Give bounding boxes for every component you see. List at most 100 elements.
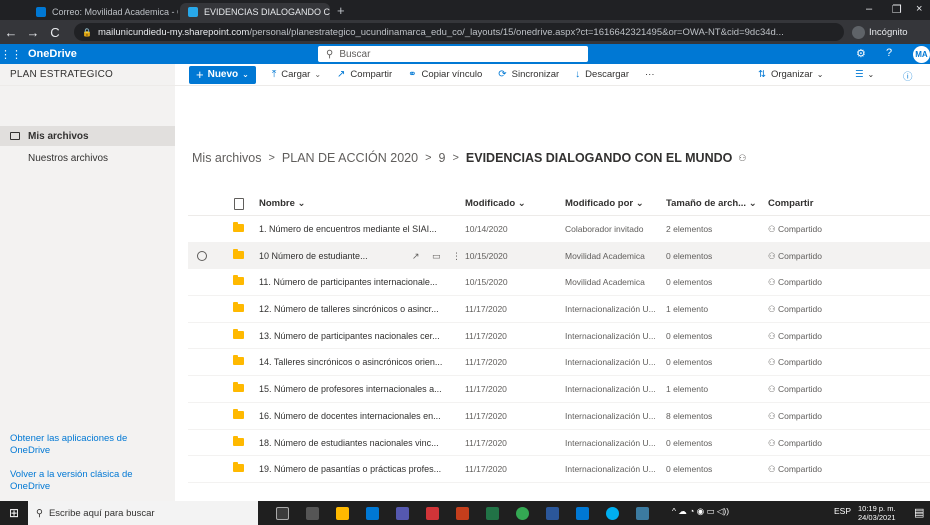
word-icon[interactable] [546,507,559,520]
file-explorer-icon[interactable] [336,507,349,520]
browser-tab-mail[interactable]: Correo: Movilidad Academica - C × [28,3,178,20]
acrobat-icon[interactable] [426,507,439,520]
share-status-label: Compartido [777,304,822,315]
column-header-modified[interactable]: Modificado ⌄ [465,198,526,209]
table-row[interactable]: 12. Número de talleres sincrónicos o asi… [188,296,930,323]
browser-tab-onedrive[interactable]: EVIDENCIAS DIALOGANDO CON × [180,3,330,20]
task-view-icon[interactable] [276,507,289,520]
file-name[interactable]: 16. Número de docentes internacionales e… [259,411,441,421]
classic-view-link[interactable]: Volver a la versión clásica de OneDrive [10,469,165,493]
clock-time: 10:19 p. m. [858,504,896,513]
teams-icon[interactable] [396,507,409,520]
header-label: Tamaño de arch... [666,198,747,209]
table-row[interactable]: 19. Número de pasantías o prácticas prof… [188,456,930,483]
app-name[interactable]: OneDrive [28,48,77,60]
url-field[interactable]: 🔒 mailunicundiedu-my.sharepoint.com /per… [74,23,844,41]
organize-label: Organizar [770,69,813,80]
folder-icon [233,462,244,473]
more-actions-icon[interactable]: ⋮ [452,251,461,262]
minimize-button[interactable]: – [866,3,872,15]
column-header-modified-by[interactable]: Modificado por ⌄ [565,198,644,209]
breadcrumb-item[interactable]: 9 [439,151,446,165]
back-button[interactable]: ← [0,25,22,40]
app-launcher-icon[interactable]: ⋮⋮ [0,48,22,61]
file-name[interactable]: 1. Número de encuentros mediante el SIAI… [259,224,437,234]
breadcrumb-item[interactable]: PLAN DE ACCIÓN 2020 [282,151,418,165]
sync-button[interactable]: ⟳ Sincronizar [498,69,559,80]
window-close-button[interactable]: × [916,3,922,15]
file-name[interactable]: 13. Número de participantes nacionales c… [259,331,440,341]
calculator-icon[interactable] [306,507,319,520]
system-clock[interactable]: 10:19 p. m. 24/03/2021 [858,504,896,522]
powerpoint-icon[interactable] [456,507,469,520]
modified-date: 10/14/2020 [465,224,508,234]
language-indicator[interactable]: ESP [834,506,851,516]
file-name[interactable]: 18. Número de estudiantes nacionales vin… [259,438,439,448]
file-name[interactable]: 11. Número de participantes internaciona… [259,277,437,287]
column-header-name[interactable]: Nombre ⌄ [259,198,306,209]
file-name[interactable]: 12. Número de talleres sincrónicos o asi… [259,304,439,314]
settings-gear-icon[interactable]: ⚙ [856,47,866,60]
view-options-button[interactable]: ☰ ⌄ [855,69,874,80]
help-icon[interactable]: ? [886,47,892,59]
share-icon[interactable]: ↗ [412,251,420,262]
nav-item-nuestros-archivos[interactable]: Nuestros archivos [0,148,175,168]
skype-icon[interactable] [606,507,619,520]
new-tab-button[interactable]: + [337,3,345,18]
table-row[interactable]: 1. Número de encuentros mediante el SIAI… [188,216,930,243]
table-row[interactable]: 15. Número de profesores internacionales… [188,376,930,403]
modified-by: Internacionalización U... [565,330,656,341]
forward-button[interactable]: → [22,25,44,40]
store-icon[interactable] [366,507,379,520]
comment-icon[interactable]: ▭ [432,251,441,262]
notifications-icon[interactable]: ▤ [914,506,924,519]
user-avatar[interactable]: MA [913,46,930,63]
download-button[interactable]: ↓ Descargar [575,69,629,80]
column-header-share[interactable]: Compartir [768,198,813,209]
get-apps-link[interactable]: Obtener las aplicaciones de OneDrive [10,433,165,457]
file-name[interactable]: 14. Talleres sincrónicos o asincrónicos … [259,357,442,367]
folder-icon [233,222,244,232]
shared-people-icon[interactable]: ⚇ [738,153,746,164]
copy-link-button[interactable]: ⚭ Copiar vínculo [408,69,482,80]
column-header-size[interactable]: Tamaño de arch... ⌄ [666,198,757,209]
system-tray-icons[interactable]: ^ ☁ ◔ ◉ ▭ ◁)) [672,506,729,517]
taskbar-search-input[interactable]: ⚲ Escribe aquí para buscar [28,501,258,525]
chevron-down-icon: ⌄ [314,70,322,79]
maximize-button[interactable]: ❐ [892,3,902,16]
table-row[interactable]: 13. Número de participantes nacionales c… [188,323,930,350]
file-name[interactable]: 10 Número de estudiante... [259,251,368,261]
modified-date: 11/17/2020 [465,410,507,421]
chrome-icon[interactable] [516,507,529,520]
file-type-icon[interactable] [234,198,244,210]
taskbar-search-placeholder: Escribe aquí para buscar [48,507,155,519]
mail-icon[interactable] [576,507,589,520]
share-button[interactable]: ↗ Compartir [337,69,392,80]
incognito-label: Incógnito [869,26,908,38]
site-title[interactable]: PLAN ESTRATEGICO [0,64,175,86]
organize-button[interactable]: ⇅ Organizar ⌄ [758,69,823,80]
more-button[interactable]: ··· [645,69,655,80]
info-button[interactable]: ⓘ [903,69,913,83]
modified-by: Internacionalización U... [565,410,656,421]
row-select-radio[interactable] [197,250,207,261]
reload-button[interactable]: C [44,25,66,40]
table-row[interactable]: ↗ ▭ ⋮ 10 Número de estudiante... 10/15/2020 M… [188,242,930,270]
breadcrumb-item[interactable]: Mis archivos [192,151,261,165]
app-icon[interactable] [636,507,649,520]
table-row[interactable]: 18. Número de estudiantes nacionales vin… [188,430,930,457]
table-row[interactable]: 11. Número de participantes internaciona… [188,269,930,297]
table-row[interactable]: 16. Número de docentes internacionales e… [188,403,930,430]
file-name[interactable]: 19. Número de pasantías o prácticas prof… [259,464,441,474]
new-button[interactable]: + Nuevo ⌄ [189,65,256,84]
search-input[interactable]: ⚲ Buscar [318,46,588,62]
table-row[interactable]: 14. Talleres sincrónicos o asincrónicos … [188,349,930,377]
file-name[interactable]: 15. Número de profesores internacionales… [259,384,442,394]
windows-start-icon[interactable]: ⊞ [0,506,28,520]
upload-button[interactable]: ⤒ Cargar ⌄ [272,69,321,80]
nav-item-mis-archivos[interactable]: Mis archivos [0,126,175,146]
sync-label: Sincronizar [511,69,560,80]
incognito-indicator[interactable]: Incógnito [852,25,908,39]
table-header: Nombre ⌄ Modificado ⌄ Modificado por ⌄ T… [188,190,930,216]
excel-icon[interactable] [486,507,499,520]
